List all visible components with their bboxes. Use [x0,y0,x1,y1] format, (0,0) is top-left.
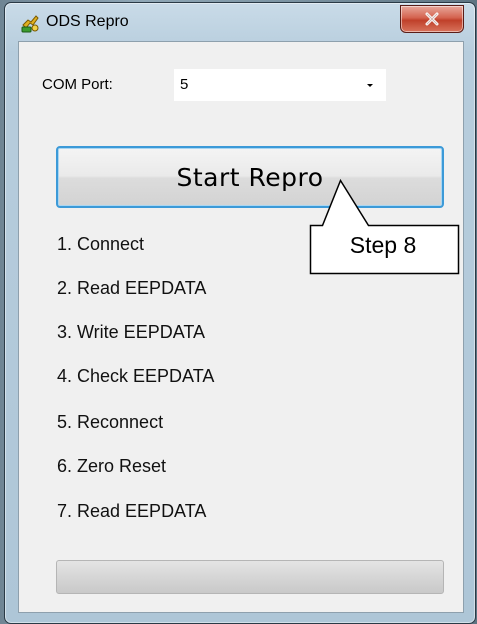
step-item-write-eepdata: 3. Write EEPDATA [57,322,206,342]
chevron-down-icon [367,84,373,87]
step-callout-text: Step 8 [349,232,417,258]
step-item-zero-reset: 6. Zero Reset [57,456,167,476]
window-title: ODS Repro [46,13,129,30]
com-port-value: 5 [180,76,189,93]
com-port-label: COM Port: [42,76,113,93]
client-area: COM Port: 5 Start Repro 1. Connect 2. Re… [18,41,464,613]
step-item-check-eepdata: 4. Check EEPDATA [57,366,215,386]
com-port-dropdown[interactable]: 5 [173,68,387,102]
app-icon [21,15,39,33]
title-bar[interactable]: ODS Repro [5,3,475,41]
step-item-reconnect: 5. Reconnect [57,412,164,432]
close-icon [425,12,439,26]
close-button[interactable] [400,5,464,33]
step-item-read-eepdata: 2. Read EEPDATA [57,278,207,298]
start-repro-label: Start Repro [176,162,324,192]
step-item-read-eepdata-2: 7. Read EEPDATA [57,501,207,521]
application-window: ODS Repro COM Port: 5 Start Repro 1. Con… [4,2,476,624]
progress-bar [56,560,444,594]
step-item-connect: 1. Connect [57,234,145,254]
